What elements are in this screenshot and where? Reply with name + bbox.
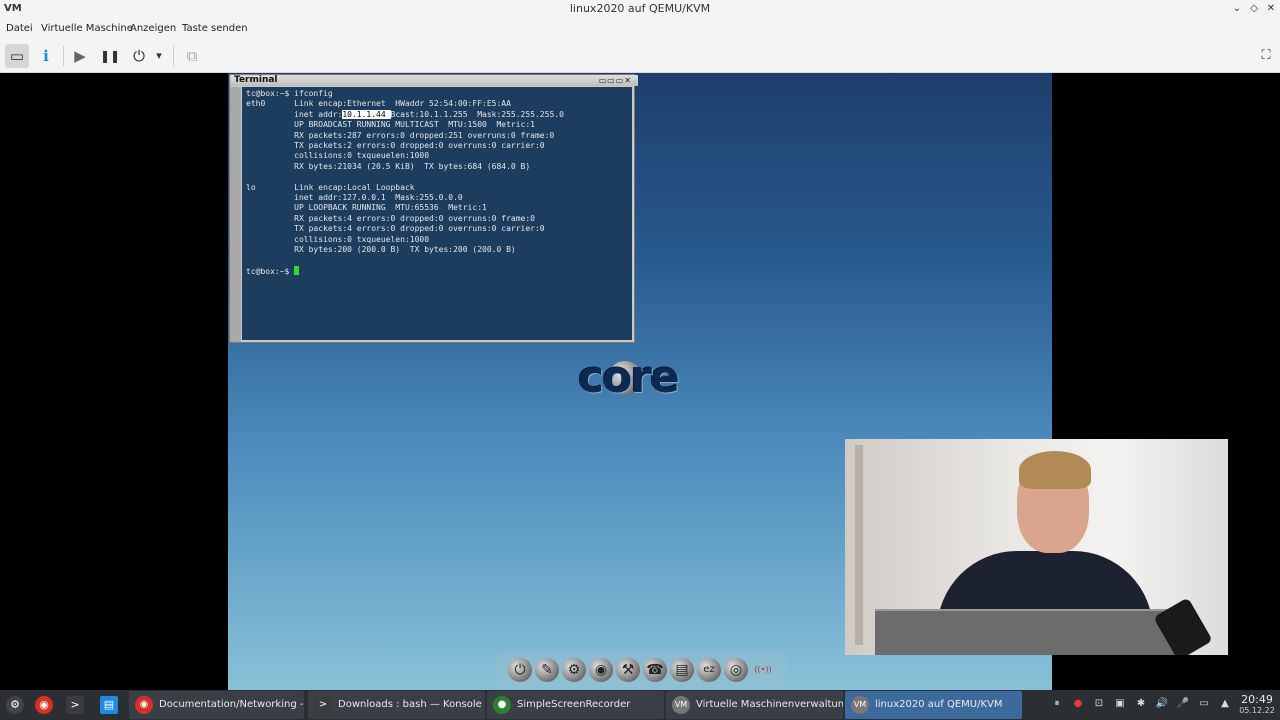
menu-item-taste-senden[interactable]: Taste senden — [182, 23, 248, 34]
task-label: SimpleScreenRecorder — [517, 699, 631, 710]
microphone-icon[interactable]: 🎤 — [1176, 697, 1190, 711]
recorder-icon: ● — [493, 696, 511, 714]
menu-item-virtuelle-maschine[interactable]: Virtuelle Maschine — [41, 23, 133, 34]
wbar-dock: ⏻ ✎ ⚙ ◉ ⚒ ☎ ▤ ez ◎ ((•)) — [496, 653, 786, 687]
terminal-line: collisions:0 txqueuelen:1000 — [246, 151, 430, 161]
window-title: linux2020 auf QEMU/KVM — [569, 2, 711, 15]
play-icon[interactable]: ▶ — [68, 44, 92, 68]
terminal-line: RX bytes:200 (200.0 B) TX bytes:200 (200… — [246, 245, 516, 255]
bluetooth-icon[interactable]: ✱ — [1134, 697, 1148, 711]
clock[interactable]: 20:49 05.12.22 — [1238, 694, 1276, 716]
terminal-title: Terminal — [230, 75, 638, 86]
task-chrome-documentation[interactable]: ◉ Documentation/Networking - ... — [129, 691, 304, 719]
taskbar: ⚙ ◉ > ▤ ◉ Documentation/Networking - ...… — [0, 690, 1280, 720]
virt-manager-icon: VM — [851, 696, 869, 714]
clipboard-icon[interactable]: ▣ — [1113, 697, 1127, 711]
menu-item-datei[interactable]: Datei — [6, 23, 33, 34]
dock-exit-icon[interactable]: ⏻ — [508, 658, 532, 682]
terminal-line: tc@box:~$ ifconfig — [246, 89, 333, 98]
task-simplescreenrecorder[interactable]: ● SimpleScreenRecorder — [487, 691, 664, 719]
chrome-icon: ◉ — [135, 696, 153, 714]
toolbar-separator — [63, 46, 64, 66]
chrome-launcher-icon[interactable]: ◉ — [35, 696, 53, 714]
pause-recording-icon[interactable]: ⏸ — [1050, 697, 1064, 711]
webcam-laptop — [875, 609, 1185, 655]
toolbar: ▭ ℹ ▶ ❚❚ ⏻ ▾ ⧉ ⛶ — [0, 40, 1280, 73]
terminal-line: RX packets:287 errors:0 dropped:251 over… — [246, 130, 555, 140]
task-linux2020-console[interactable]: VM linux2020 auf QEMU/KVM — [845, 691, 1022, 719]
dock-network-icon[interactable]: ◎ — [724, 658, 748, 682]
terminal-line: TX packets:4 errors:0 dropped:0 overruns… — [246, 224, 545, 234]
pause-icon[interactable]: ❚❚ — [98, 44, 122, 68]
task-konsole[interactable]: > Downloads : bash — Konsole — [308, 691, 485, 719]
screen-capture-icon[interactable]: ⊡ — [1092, 697, 1106, 711]
dock-apps-icon[interactable]: ◉ — [589, 658, 613, 682]
terminal-scrollbar[interactable] — [230, 87, 241, 342]
virt-manager-icon: VM — [672, 696, 690, 714]
dock-wifi-icon[interactable]: ((•)) — [751, 658, 775, 682]
chevron-down-icon[interactable]: ▾ — [152, 44, 166, 68]
terminal-line: RX packets:4 errors:0 dropped:0 overruns… — [246, 213, 535, 223]
terminal-line: Bcast:10.1.1.255 Mask:255.255.255.0 — [390, 109, 564, 119]
snapshots-icon[interactable]: ⧉ — [180, 44, 204, 68]
terminal-line: UP LOOPBACK RUNNING MTU:65536 Metric:1 — [246, 203, 487, 213]
task-label: linux2020 auf QEMU/KVM — [875, 699, 1003, 710]
power-icon[interactable]: ⏻ — [127, 44, 151, 68]
dock-ezremaster-icon[interactable]: ez — [697, 658, 721, 682]
terminal-prompt: tc@box:~$ — [246, 266, 295, 276]
screen-icon[interactable]: ▭ — [5, 44, 29, 68]
tray-expand-icon[interactable]: ▲ — [1218, 697, 1232, 711]
window-titlebar: VM linux2020 auf QEMU/KVM ⌄ ◇ ✕ — [0, 0, 1280, 20]
webcam-person-hair — [1019, 451, 1091, 489]
terminal-line: collisions:0 txqueuelen:1000 — [246, 234, 430, 244]
konsole-icon: > — [314, 696, 332, 714]
terminal-window[interactable]: Terminal ▭▭▭✕ tc@box:~$ ifconfig eth0 Li… — [229, 74, 638, 343]
record-icon[interactable]: ● — [1071, 697, 1085, 711]
task-label: Documentation/Networking - ... — [159, 699, 304, 710]
network-icon[interactable]: ▭ — [1197, 697, 1211, 711]
terminal-line: inet addr: — [246, 109, 343, 119]
file-manager-launcher-icon[interactable]: ▤ — [100, 696, 118, 714]
webcam-door — [855, 445, 863, 645]
terminal-line: inet addr:127.0.0.1 Mask:255.0.0.0 — [246, 193, 463, 203]
close-button[interactable]: ✕ — [1264, 2, 1278, 16]
task-label: Downloads : bash — Konsole — [338, 699, 482, 710]
dock-editor-icon[interactable]: ✎ — [535, 658, 559, 682]
info-icon[interactable]: ℹ — [34, 44, 58, 68]
menu-bar: Datei Virtuelle Maschine Anzeigen Taste … — [0, 19, 1280, 40]
terminal-line: lo Link encap:Local Loopback — [246, 182, 415, 192]
task-label: Virtuelle Maschinenverwaltung — [696, 699, 843, 710]
terminal-line: UP BROADCAST RUNNING MULTICAST MTU:1500 … — [246, 120, 535, 130]
terminal-window-buttons[interactable]: ▭▭▭✕ — [599, 76, 632, 85]
terminal-line: TX packets:2 errors:0 dropped:0 overruns… — [246, 141, 545, 151]
konsole-launcher-icon[interactable]: > — [66, 696, 84, 714]
application-launcher-icon[interactable]: ⚙ — [6, 696, 24, 714]
task-virt-manager[interactable]: VM Virtuelle Maschinenverwaltung — [666, 691, 843, 719]
terminal-line: RX bytes:21034 (20.5 KiB) TX bytes:684 (… — [246, 161, 531, 171]
fullscreen-icon[interactable]: ⛶ — [1254, 44, 1278, 68]
webcam-overlay — [845, 439, 1228, 655]
toolbar-separator — [173, 46, 174, 66]
tinycore-logo: core — [578, 352, 680, 403]
terminal-line: eth0 Link encap:Ethernet HWaddr 52:54:00… — [246, 99, 511, 109]
dock-control-panel-icon[interactable]: ⚙ — [562, 658, 586, 682]
minimize-button[interactable]: ⌄ — [1230, 2, 1244, 16]
volume-icon[interactable]: 🔊 — [1155, 697, 1169, 711]
clock-time: 20:49 — [1241, 693, 1273, 706]
maximize-button[interactable]: ◇ — [1247, 2, 1261, 16]
menu-item-anzeigen[interactable]: Anzeigen — [130, 23, 176, 34]
terminal-output[interactable]: tc@box:~$ ifconfig eth0 Link encap:Ether… — [242, 87, 632, 340]
dock-mount-icon[interactable]: ☎ — [643, 658, 667, 682]
dock-tools-icon[interactable]: ⚒ — [616, 658, 640, 682]
terminal-cursor — [294, 265, 300, 275]
clock-date: 05.12.22 — [1239, 706, 1275, 715]
selected-ip-address: 10.1.1.44 — [342, 109, 391, 119]
dock-terminal-icon[interactable]: ▤ — [670, 658, 694, 682]
